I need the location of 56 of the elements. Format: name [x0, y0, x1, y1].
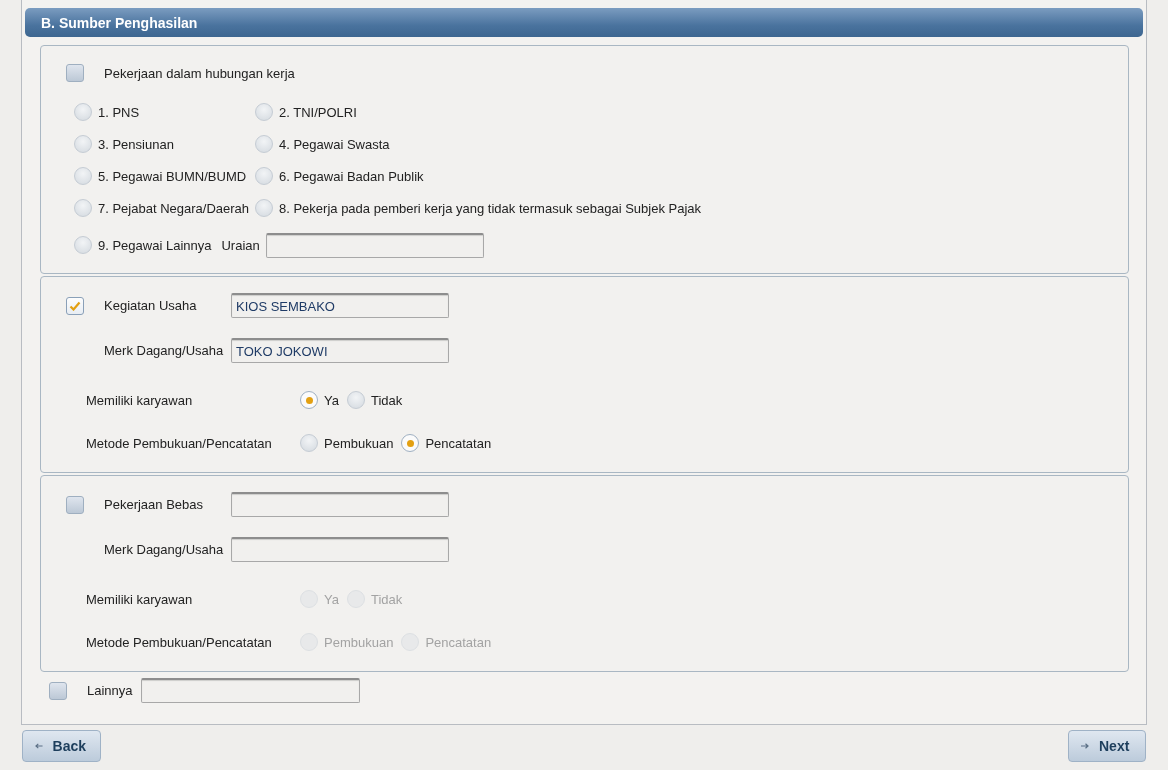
text-field[interactable]	[231, 492, 449, 517]
field-label: Memiliki karyawan	[86, 392, 194, 408]
radio-label: Ya	[324, 591, 339, 607]
text-field[interactable]: TOKO JOKOWI	[231, 338, 449, 363]
next-button[interactable]: Next	[1068, 730, 1146, 762]
radio-button[interactable]	[255, 199, 273, 217]
radio-label: 4. Pegawai Swasta	[279, 136, 390, 152]
checkbox-label: Pekerjaan Bebas	[104, 497, 204, 512]
checkmark-icon	[69, 300, 81, 311]
radio-label: Pembukuan	[324, 435, 394, 451]
checkbox-label: Kegiatan Usaha	[104, 298, 198, 313]
radio-label: 7. Pejabat Negara/Daerah	[98, 200, 250, 216]
field-label: Merk Dagang/Usaha	[104, 343, 225, 358]
radio-button[interactable]	[74, 135, 92, 153]
arrow-right-icon	[1081, 743, 1089, 749]
back-button[interactable]: Back	[22, 730, 101, 762]
radio-button[interactable]	[346, 391, 365, 409]
field-label: Merk Dagang/Usaha	[104, 542, 225, 557]
radio-label: 9. Pegawai Lainnya	[98, 237, 212, 253]
field-label: Memiliki karyawan	[86, 591, 194, 607]
radio-label: Pembukuan	[324, 634, 394, 650]
radio-button[interactable]	[255, 167, 273, 185]
checkbox[interactable]	[49, 681, 67, 700]
checkbox-label: Pekerjaan dalam hubungan kerja	[104, 65, 295, 81]
checkbox[interactable]	[66, 64, 84, 82]
checkbox[interactable]	[66, 296, 84, 315]
arrow-left-icon	[35, 743, 43, 749]
text-field[interactable]	[140, 678, 360, 703]
radio-label: Tidak	[370, 392, 403, 408]
text-field[interactable]: KIOS SEMBAKO	[231, 293, 449, 318]
radio-label: 3. Pensiunan	[98, 136, 174, 152]
radio-label: 8. Pekerja pada pemberi kerja yang tidak termasuk sebagai Subjek Pajak	[279, 200, 702, 216]
radio-label: Pencatatan	[425, 435, 492, 451]
section-header: B. Sumber Penghasilan	[25, 8, 1143, 37]
checkbox-label: Lainnya	[87, 683, 133, 698]
radio-button[interactable]	[74, 199, 92, 217]
radio-button[interactable]	[255, 103, 273, 121]
radio-label: 1. PNS	[98, 104, 140, 120]
field-label: Uraian	[221, 237, 260, 253]
radio-button[interactable]	[74, 167, 92, 185]
field-label: Metode Pembukuan/Pencatatan	[86, 435, 273, 451]
radio-button[interactable]	[300, 391, 318, 409]
uraian-input-field[interactable]	[265, 232, 484, 258]
radio-button[interactable]	[74, 236, 92, 254]
radio-label: 6. Pegawai Badan Publik	[279, 168, 424, 184]
radio-label: Ya	[324, 392, 339, 408]
radio-button[interactable]	[255, 135, 273, 153]
radio-label: Pencatatan	[425, 634, 492, 650]
radio-button[interactable]	[300, 434, 318, 452]
radio-label: 2. TNI/POLRI	[279, 104, 357, 120]
text-field[interactable]	[231, 537, 449, 562]
field-label: Metode Pembukuan/Pencatatan	[86, 634, 273, 650]
radio-label: 5. Pegawai BUMN/BUMD	[98, 168, 247, 184]
radio-label: Tidak	[370, 591, 403, 607]
radio-button[interactable]	[74, 103, 92, 121]
radio-button[interactable]	[401, 434, 420, 452]
